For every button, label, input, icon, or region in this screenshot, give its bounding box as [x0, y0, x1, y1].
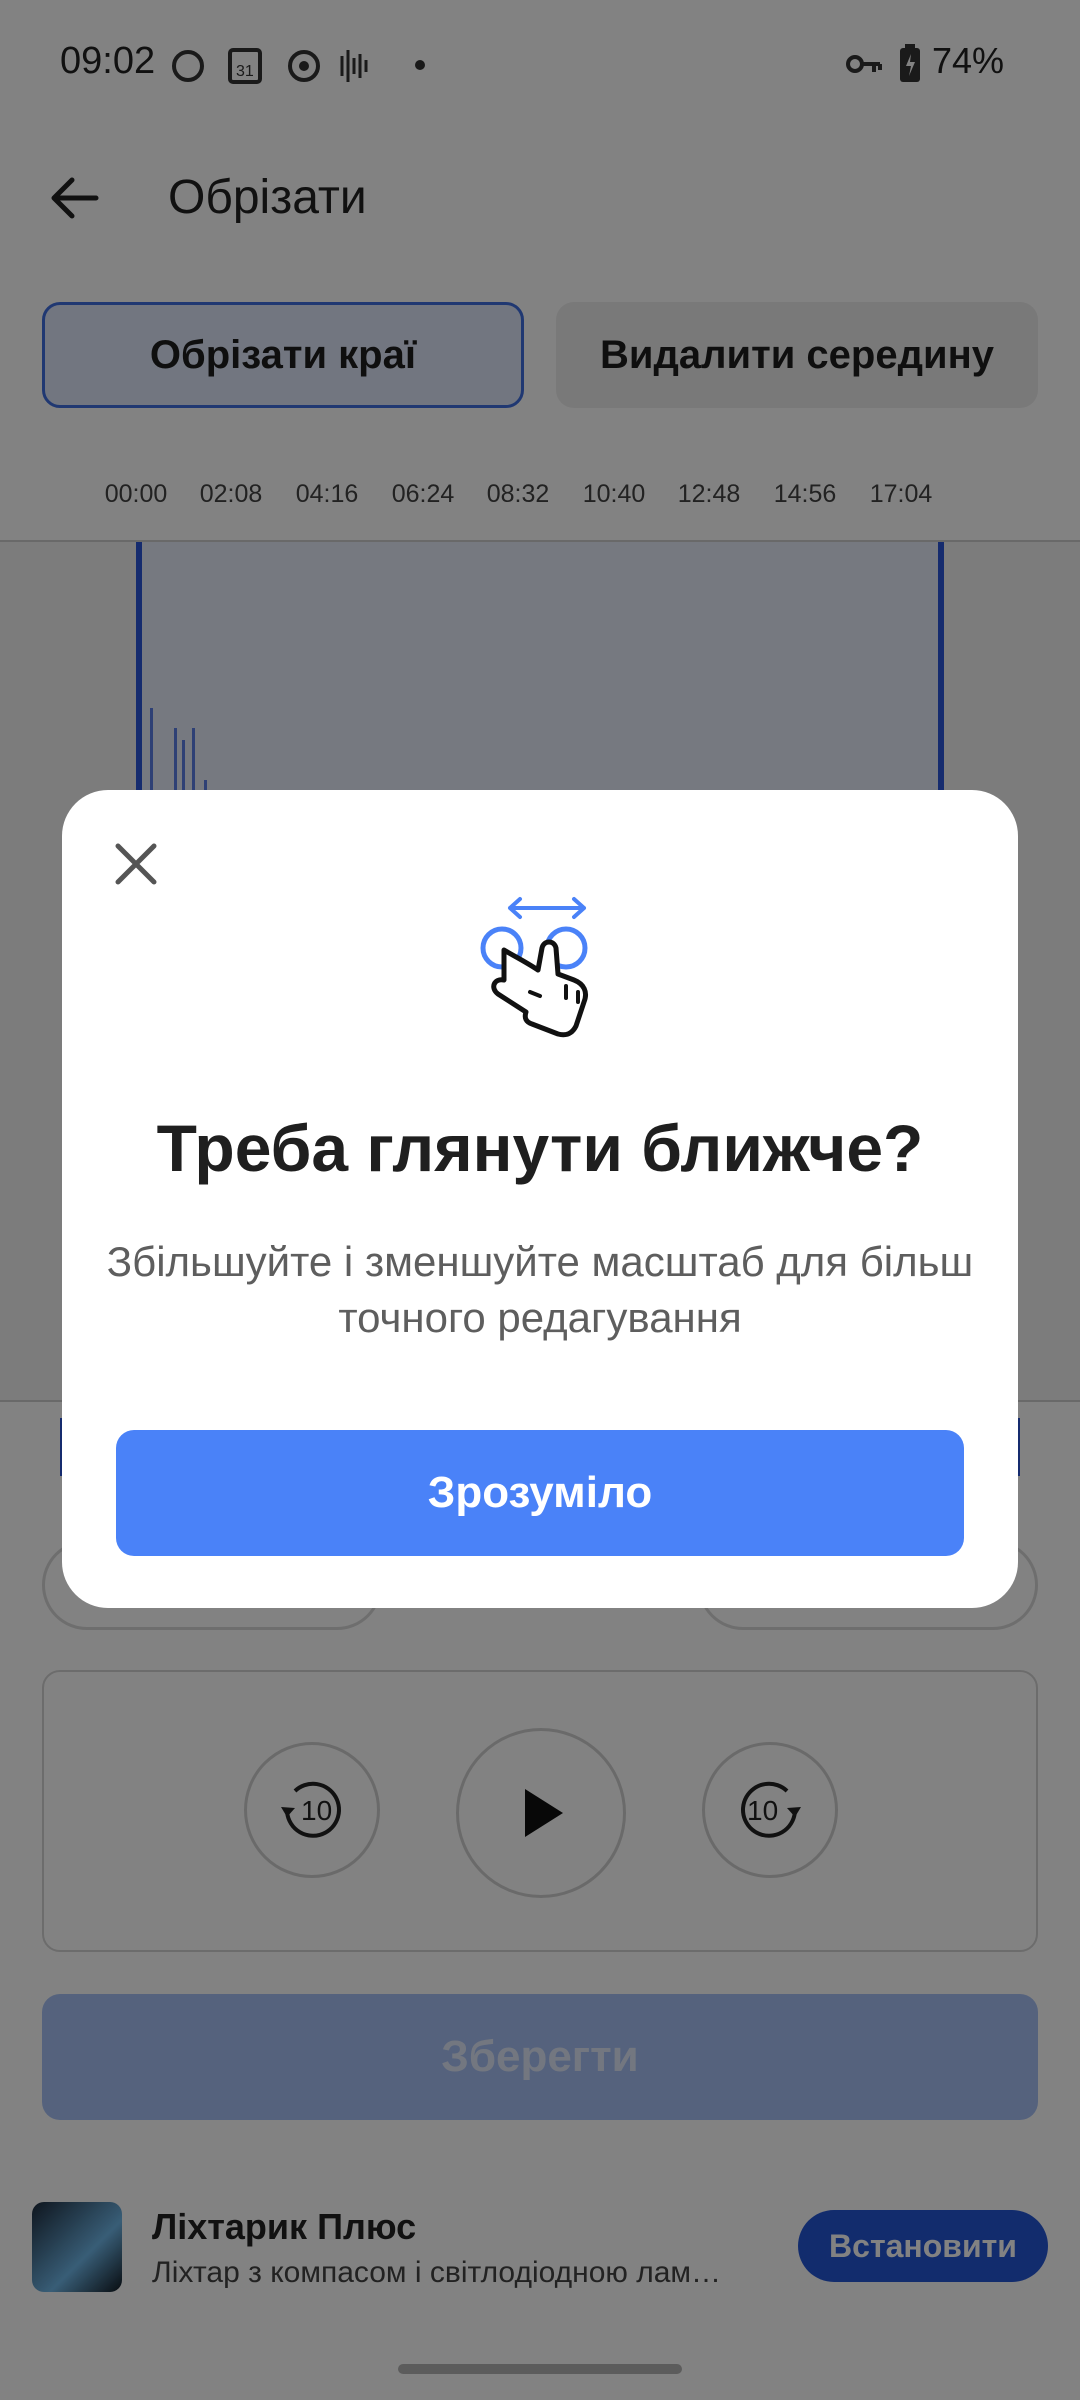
dialog-title: Треба глянути ближче? [156, 1111, 924, 1185]
pinch-zoom-icon [480, 897, 589, 1038]
confirm-button[interactable]: Зрозуміло [116, 1430, 964, 1556]
dialog-body: Збільшуйте і зменшуйте масштаб для більш… [106, 1238, 974, 1341]
close-icon[interactable] [110, 838, 162, 890]
